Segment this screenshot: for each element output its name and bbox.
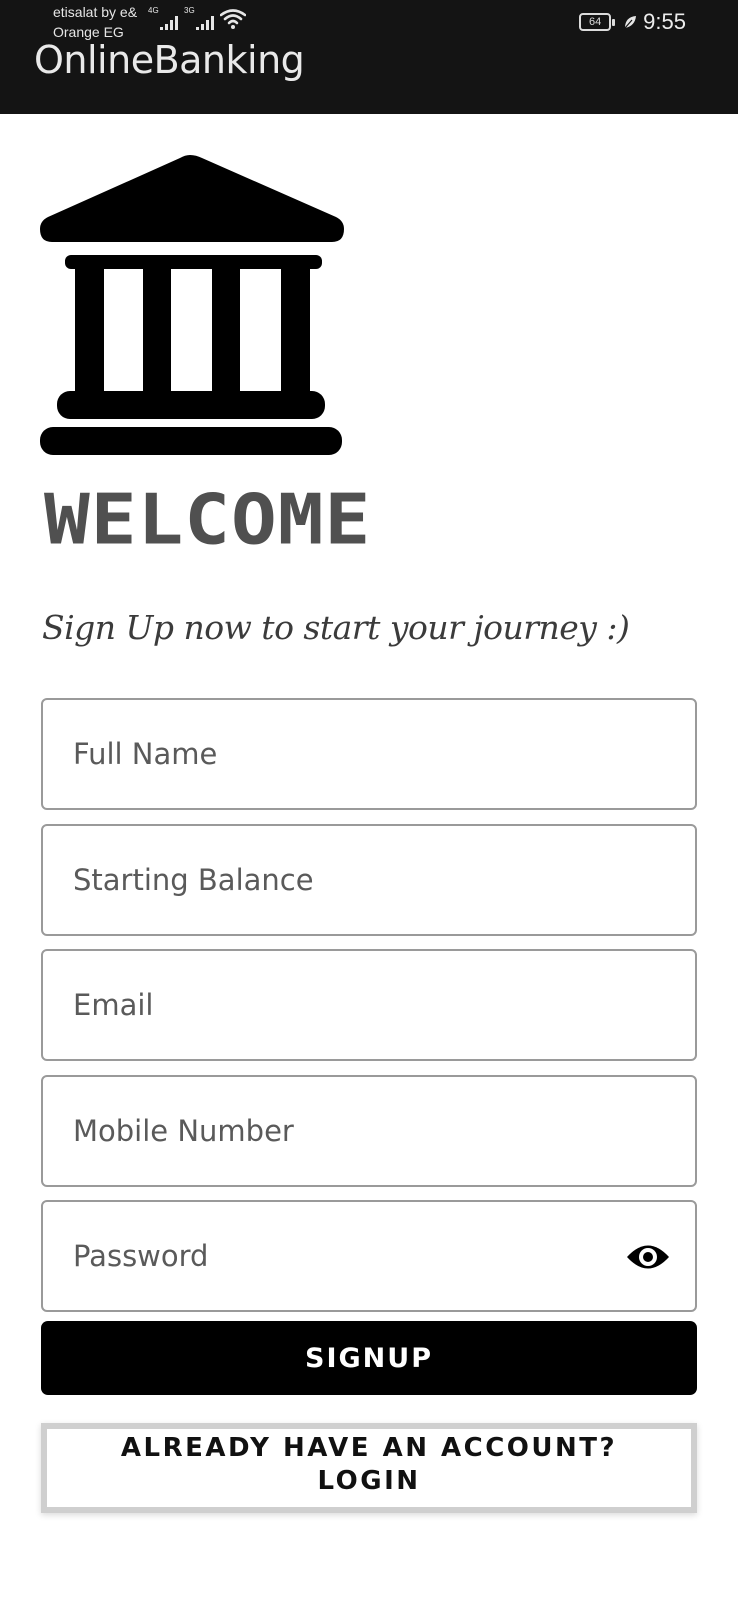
bank-icon	[40, 155, 344, 455]
signal-indicators: 4G 3G	[148, 6, 246, 30]
clock: 9:55	[643, 9, 686, 34]
battery-level: 64	[589, 16, 602, 28]
starting-balance-input[interactable]	[73, 826, 633, 934]
email-input[interactable]	[73, 951, 633, 1059]
signup-button[interactable]: SIGNUP	[41, 1321, 697, 1395]
signal-3g-icon: 3G	[184, 6, 214, 30]
login-button-line-1: ALREADY HAVE AN ACCOUNT?	[120, 1433, 618, 1463]
status-right: 64 9:55	[579, 9, 686, 35]
signup-tagline: Sign Up now to start your journey :)	[42, 608, 630, 647]
carrier-info: etisalat by e& Orange EG	[53, 4, 137, 40]
app-title: OnlineBanking	[34, 38, 305, 82]
welcome-heading: WELCOME	[44, 478, 372, 560]
mobile-number-input[interactable]	[73, 1077, 633, 1185]
full-name-input[interactable]	[73, 700, 633, 808]
password-field[interactable]	[41, 1200, 697, 1312]
leaf-icon	[624, 16, 637, 29]
full-name-field[interactable]	[41, 698, 697, 810]
eye-icon[interactable]	[625, 1238, 671, 1276]
signal-4g-icon: 4G	[148, 6, 178, 30]
battery-icon: 64	[579, 13, 616, 31]
network-type-3g: 3G	[184, 6, 195, 15]
email-field[interactable]	[41, 949, 697, 1061]
network-type-4g: 4G	[148, 6, 159, 15]
login-button-line-2: LOGIN	[317, 1466, 421, 1496]
carrier-primary: etisalat by e&	[53, 4, 138, 20]
login-button[interactable]: ALREADY HAVE AN ACCOUNT? LOGIN	[41, 1423, 697, 1513]
password-input[interactable]	[73, 1202, 633, 1310]
app-header: etisalat by e& Orange EG 4G 3G 64 9:55 O…	[0, 0, 738, 114]
wifi-icon	[220, 9, 246, 29]
mobile-number-field[interactable]	[41, 1075, 697, 1187]
starting-balance-field[interactable]	[41, 824, 697, 936]
